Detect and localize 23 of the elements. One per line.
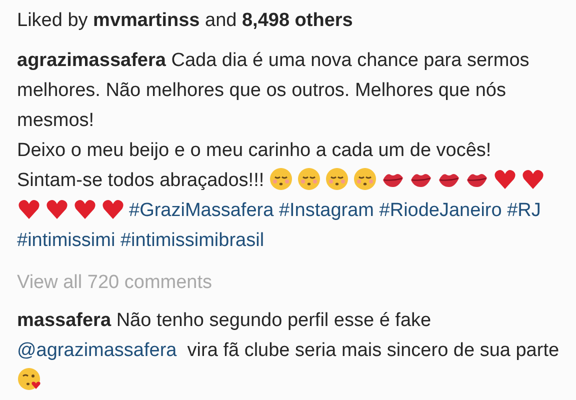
hashtag-link[interactable]: #intimissimibrasil bbox=[120, 230, 264, 251]
kissing-face-icon bbox=[325, 167, 350, 191]
likes-text: Liked by mvmartinss and 8,498 others bbox=[17, 9, 354, 33]
kissing-face-icon bbox=[269, 167, 294, 191]
hashtag-link[interactable]: #GraziMassafera bbox=[129, 200, 274, 221]
heart-icon bbox=[45, 197, 69, 221]
blow-kiss-face-icon bbox=[17, 367, 41, 391]
heart-icon bbox=[521, 167, 546, 191]
kissing-face-icon bbox=[353, 167, 378, 191]
heart-icon bbox=[493, 167, 518, 191]
mention-link[interactable]: @agrazimassafera bbox=[17, 340, 177, 361]
hashtag-link[interactable]: #Instagram bbox=[278, 200, 374, 221]
comment-text: massafera Não tenho segundo perfil esse é fake @agrazimassafera vira fã clube seria mais sincero de sua parte bbox=[17, 306, 562, 396]
hashtag-link[interactable]: #RiodeJaneiro bbox=[379, 200, 502, 221]
username-link[interactable]: massafera bbox=[17, 310, 112, 331]
heart-icon bbox=[17, 197, 41, 221]
username-link[interactable]: agrazimassafera bbox=[17, 50, 166, 71]
hashtag-link[interactable]: #RJ bbox=[507, 200, 541, 221]
kissing-face-icon bbox=[297, 167, 322, 191]
heart-icon bbox=[101, 197, 125, 221]
heart-icon bbox=[73, 197, 97, 221]
hashtag-link[interactable]: #intimissimi bbox=[17, 230, 116, 251]
caption-text: agrazimassafera Cada dia é uma nova chance para sermos melhores. Não melhores que os outros. Melhores que nós mesmos! Deixo o meu beijo e o meu carinho a cada um de vocês! Sintam-se todos abraçados!!! #GraziMassafera #Instagram #RiodeJaneiro #RJ #intimissimi #intimissimibrasil bbox=[17, 46, 562, 256]
